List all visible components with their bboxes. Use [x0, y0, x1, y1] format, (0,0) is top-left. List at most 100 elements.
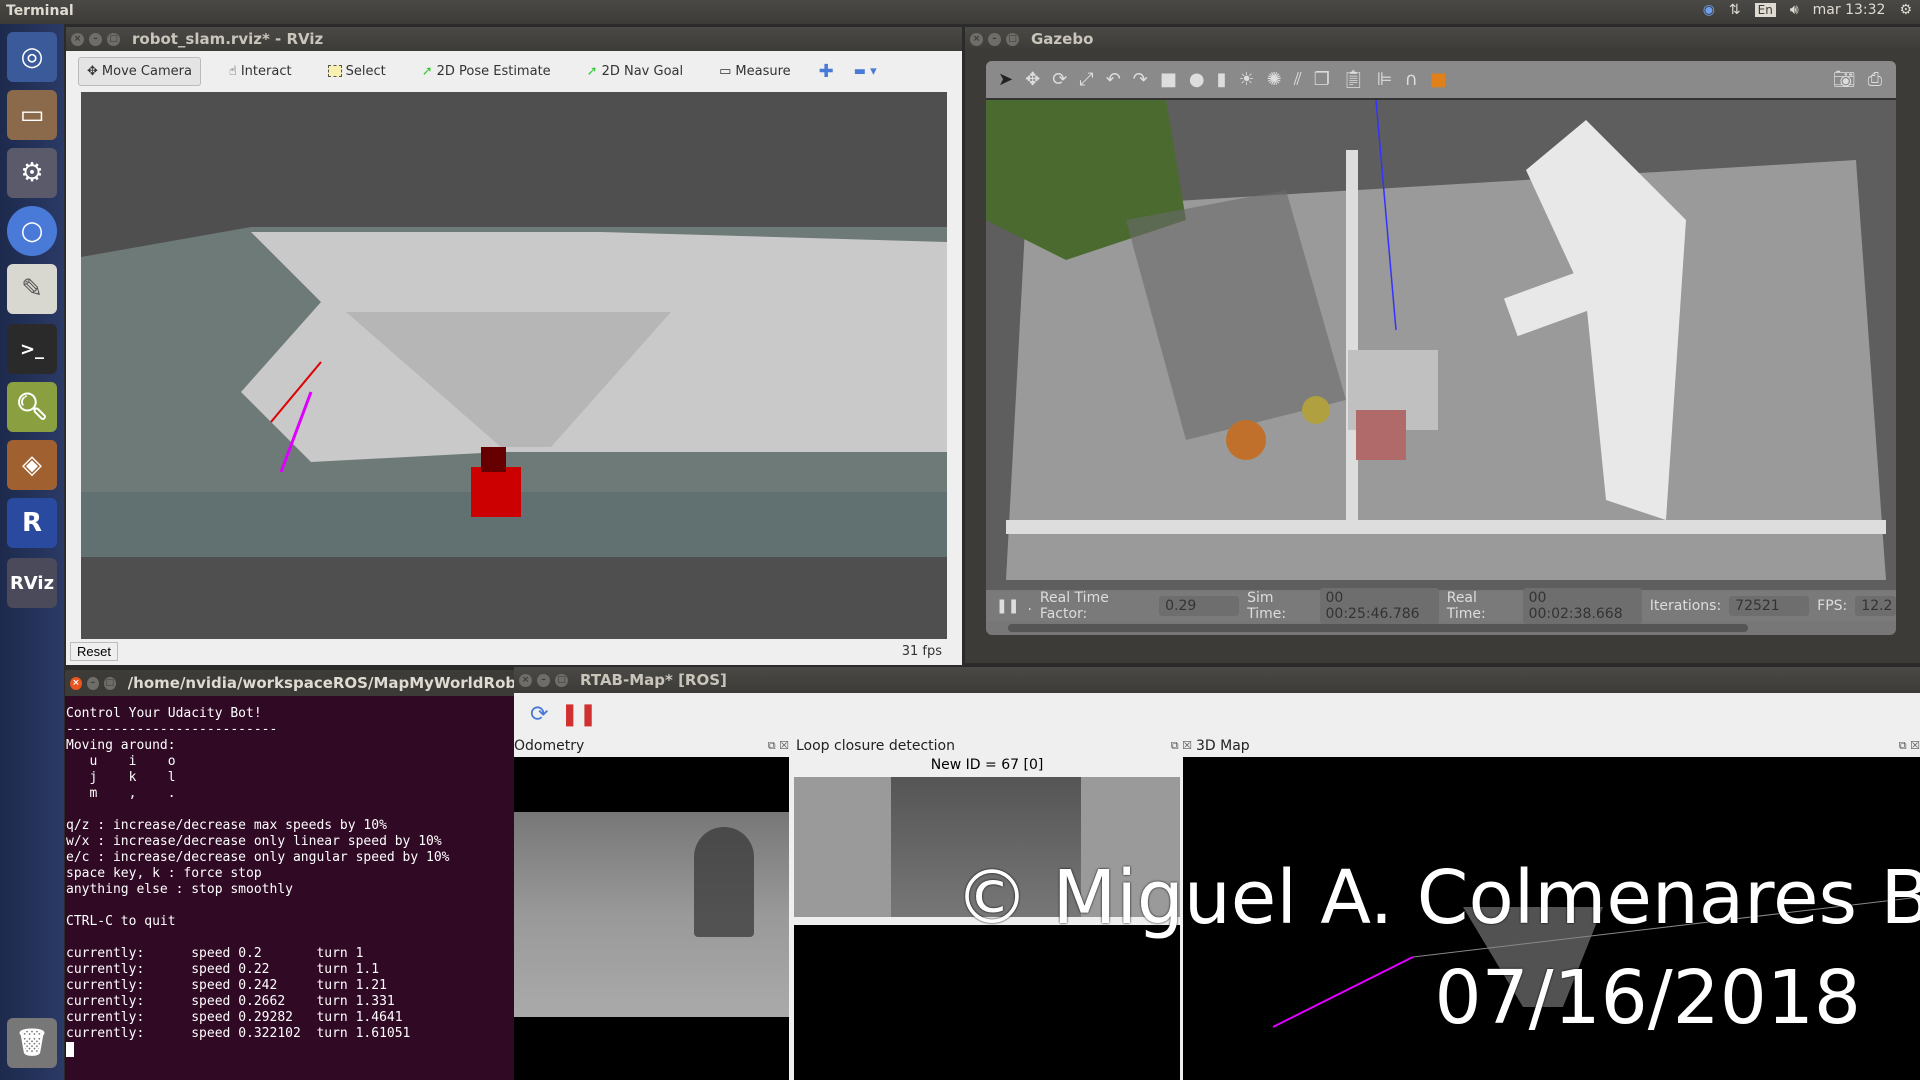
- network-icon[interactable]: ⇅: [1729, 2, 1741, 18]
- settings-icon[interactable]: ⚙: [7, 148, 57, 198]
- undo-icon[interactable]: ↶: [1106, 69, 1121, 90]
- minimize-button[interactable]: –: [988, 32, 1001, 46]
- directional-light-icon[interactable]: ⫽: [1294, 69, 1302, 90]
- gazebo-scene-panel: ➤ ✥ ⟳ ⤢ ↶ ↷ ■ ● ▮ ☀ ✺ ⫽ ❐ 📋︎ ⊫ ∩ ■ 📷︎ ⎙ …: [986, 61, 1896, 635]
- sphere-icon[interactable]: ●: [1189, 69, 1205, 90]
- r-label: R: [21, 508, 43, 538]
- terminal-window[interactable]: × – □ /home/nvidia/workspaceROS/MapMyWorld…: [65, 670, 515, 1080]
- image-viewer-icon[interactable]: 🔍︎: [7, 382, 57, 432]
- remove-tool-icon[interactable]: ▬ ▾: [854, 64, 877, 79]
- maximize-button[interactable]: □: [1006, 32, 1019, 46]
- close-button[interactable]: ×: [71, 32, 84, 46]
- paste-icon[interactable]: 📋︎: [1342, 69, 1365, 90]
- top-panel: Terminal ◉ ⇅ En 🔊︎ mar 13:32 ⚙: [0, 0, 1920, 24]
- select-mode-icon[interactable]: ➤: [998, 69, 1013, 90]
- robot-model: [471, 467, 521, 517]
- gazebo-titlebar[interactable]: × – □ Gazebo: [965, 27, 1920, 51]
- translate-icon[interactable]: ✥: [1025, 69, 1040, 90]
- keyboard-layout-indicator[interactable]: En: [1754, 3, 1776, 17]
- box-icon[interactable]: ■: [1160, 69, 1177, 90]
- terminal-line: currently: speed 0.2662 turn 1.331: [66, 994, 395, 1009]
- terminal-icon[interactable]: >_: [7, 324, 57, 374]
- rviz-label: RViz: [9, 572, 55, 594]
- copy-icon[interactable]: ❐: [1314, 69, 1330, 90]
- rviz-scene: [81, 227, 947, 557]
- float-close-buttons[interactable]: ⧉ ☒: [1899, 739, 1920, 753]
- tool-2d-nav-goal[interactable]: ➚ 2D Nav Goal: [579, 58, 691, 85]
- cylinder-icon[interactable]: ▮: [1217, 69, 1227, 90]
- step-button[interactable]: .: [1027, 598, 1031, 614]
- terminal-line: Control Your Udacity Bot!: [66, 706, 262, 721]
- text-editor-icon[interactable]: ✎: [7, 264, 57, 314]
- odometry-view[interactable]: [514, 757, 789, 1080]
- spot-light-icon[interactable]: ✺: [1267, 69, 1282, 90]
- tool-label: Move Camera: [101, 63, 192, 79]
- refresh-icon[interactable]: ⟳: [530, 702, 548, 727]
- horizontal-scrollbar[interactable]: [1008, 624, 1748, 632]
- close-button[interactable]: ×: [970, 32, 983, 46]
- volume-icon[interactable]: 🔊︎: [1790, 2, 1799, 18]
- minimize-button[interactable]: –: [537, 673, 550, 687]
- rtabmap-titlebar[interactable]: × – □ RTAB-Map* [ROS]: [514, 667, 1920, 693]
- files-icon[interactable]: ▭: [7, 90, 57, 140]
- power-gear-icon[interactable]: ⚙: [1899, 2, 1912, 18]
- reset-button[interactable]: Reset: [70, 642, 118, 661]
- redo-icon[interactable]: ↷: [1133, 69, 1148, 90]
- tool-measure[interactable]: ▭ Measure: [711, 58, 799, 85]
- rviz-3d-viewport[interactable]: [81, 92, 947, 639]
- virtualbox-icon[interactable]: ◈: [7, 440, 57, 490]
- maximize-button[interactable]: □: [107, 32, 120, 46]
- rtf-value: 0.29: [1159, 596, 1240, 616]
- terminal-line: u i o: [66, 754, 176, 769]
- real-time-label: Real Time:: [1446, 590, 1486, 622]
- tool-label: 2D Pose Estimate: [436, 63, 551, 79]
- minimize-button[interactable]: –: [86, 676, 99, 690]
- rviz-icon[interactable]: RViz: [7, 558, 57, 608]
- minimize-button[interactable]: –: [89, 32, 102, 46]
- rviz-toolbar: ✥ Move Camera ☝ Interact Select ➚ 2D Pose E…: [66, 51, 962, 91]
- rviz-titlebar[interactable]: × – □ robot_slam.rviz* - RViz: [66, 27, 962, 51]
- close-button[interactable]: ×: [70, 676, 82, 690]
- sim-time-label: Sim Time:: [1247, 590, 1287, 622]
- tool-move-camera[interactable]: ✥ Move Camera: [78, 56, 201, 86]
- view-angle-icon[interactable]: ■: [1430, 69, 1447, 90]
- close-button[interactable]: ×: [519, 673, 532, 687]
- watermark-author: © Miguel A. Colmenares B.: [955, 855, 1920, 941]
- chromium-icon[interactable]: ○: [7, 206, 57, 256]
- maximize-button[interactable]: □: [555, 673, 568, 687]
- chromium-indicator-icon[interactable]: ◉: [1703, 2, 1715, 18]
- terminal-titlebar[interactable]: × – □ /home/nvidia/workspaceROS/MapMyWorld…: [65, 670, 515, 696]
- snap-icon[interactable]: ∩: [1404, 69, 1417, 90]
- tool-interact[interactable]: ☝ Interact: [221, 58, 300, 85]
- gazebo-statusbar: ❚❚ . Real Time Factor: 0.29 Sim Time: 00 0…: [986, 588, 1896, 624]
- window-title: Gazebo: [1031, 30, 1094, 48]
- clock[interactable]: mar 13:32: [1813, 2, 1886, 18]
- rstudio-icon[interactable]: R: [7, 498, 57, 548]
- float-close-buttons[interactable]: ⧉ ☒: [768, 739, 789, 753]
- point-light-icon[interactable]: ☀: [1239, 69, 1255, 90]
- screenshot-icon[interactable]: 📷︎: [1833, 69, 1856, 90]
- window-title: RTAB-Map* [ROS]: [580, 671, 727, 689]
- scale-icon[interactable]: ⤢: [1079, 69, 1093, 90]
- dash-icon[interactable]: ◎: [7, 32, 57, 82]
- rviz-window: × – □ robot_slam.rviz* - RViz ✥ Move Camera…: [66, 27, 962, 665]
- gazebo-3d-viewport[interactable]: [986, 100, 1896, 590]
- fps-readout: 31 fps: [901, 644, 942, 659]
- add-tool-icon[interactable]: ✚: [819, 61, 834, 82]
- rotate-icon[interactable]: ⟳: [1052, 69, 1067, 90]
- tool-2d-pose-estimate[interactable]: ➚ 2D Pose Estimate: [414, 58, 559, 85]
- tool-select[interactable]: Select: [320, 58, 394, 85]
- maximize-button[interactable]: □: [103, 676, 116, 690]
- align-icon[interactable]: ⊫: [1377, 69, 1393, 90]
- tool-label: Select: [345, 63, 386, 79]
- pause-icon[interactable]: ❚❚: [560, 702, 597, 727]
- hand-icon: ☝: [228, 63, 237, 79]
- move-camera-icon: ✥: [87, 63, 98, 79]
- pause-button[interactable]: ❚❚: [996, 598, 1019, 614]
- terminal-output[interactable]: Control Your Udacity Bot! ---------------…: [65, 696, 515, 1080]
- iterations-value: 72521: [1729, 596, 1810, 616]
- log-icon[interactable]: ⎙: [1868, 69, 1882, 90]
- tool-label: Interact: [240, 63, 292, 79]
- trash-icon[interactable]: 🗑︎: [7, 1018, 57, 1068]
